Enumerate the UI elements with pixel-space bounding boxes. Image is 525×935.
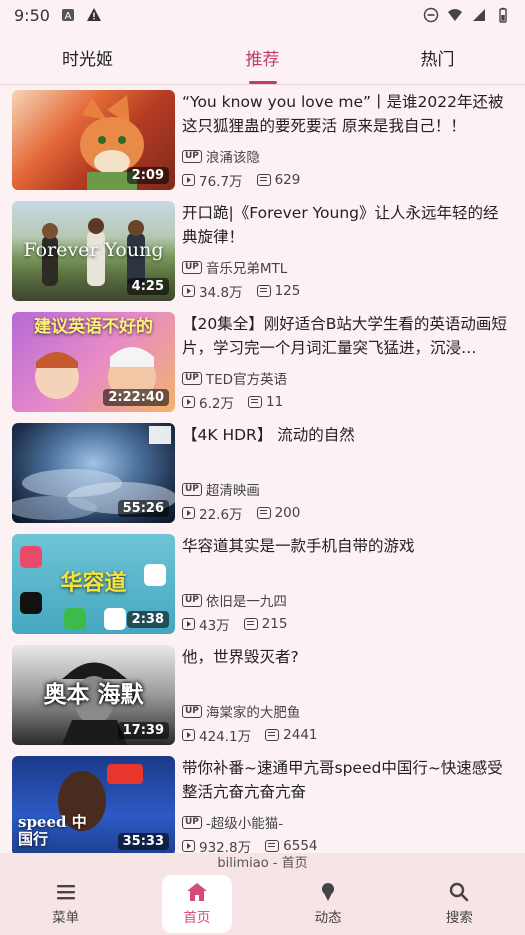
tab-shiguangji[interactable]: 时光姬	[0, 30, 175, 84]
play-count-icon	[182, 840, 195, 852]
danmaku-icon	[265, 729, 280, 741]
video-item[interactable]: 建议英语不好的 2:22:40 【20集全】刚好适合B站大学生看的英语动画短片，…	[12, 312, 517, 412]
video-thumbnail[interactable]: 奥本 海默 17:39	[12, 645, 175, 745]
video-thumbnail[interactable]: speed 中国行 35:33	[12, 756, 175, 855]
play-count-icon	[182, 396, 195, 408]
wifi-icon	[448, 9, 462, 21]
video-item[interactable]: speed 中国行 35:33 带你补番~速通甲亢哥speed中国行~快速感受整…	[12, 756, 517, 855]
video-thumbnail[interactable]: 2:09	[12, 90, 175, 190]
danmaku-icon	[243, 618, 258, 630]
video-duration: 4:25	[126, 278, 169, 295]
nav-home-label: 首页	[183, 910, 211, 926]
play-count-icon	[182, 174, 195, 186]
uploader-name[interactable]: 超清映画	[206, 479, 260, 499]
tab-popular[interactable]: 热门	[350, 30, 525, 84]
danmaku-count: 11	[265, 394, 284, 410]
danmaku-count: 215	[261, 616, 288, 632]
uploader-name[interactable]: TED官方英语	[206, 368, 287, 388]
danmaku-icon	[256, 507, 271, 519]
uploader-name[interactable]: 音乐兄弟MTL	[206, 257, 287, 277]
dynamic-icon	[322, 883, 335, 901]
svg-text:A: A	[65, 11, 72, 22]
nav-dynamic-label: 动态	[314, 910, 342, 926]
video-thumbnail[interactable]: 华容道 2:38	[12, 534, 175, 634]
play-count: 43万	[199, 618, 230, 634]
video-duration: 17:39	[117, 722, 169, 739]
top-tabs: 时光姬 推荐 热门	[0, 30, 525, 85]
video-item[interactable]: 2:09 “You know you love me”丨是谁2022年还被这只狐…	[12, 90, 517, 190]
danmaku-icon	[247, 396, 262, 408]
nav-search-label: 搜索	[445, 910, 473, 926]
danmaku-count: 6554	[283, 838, 318, 854]
status-bar: 9:50 A	[0, 0, 525, 30]
play-count: 22.6万	[199, 507, 243, 523]
video-item[interactable]: 奥本 海默 17:39 他，世界毁灭者? UP 海棠家的大肥鱼 424.1万 24…	[12, 645, 517, 745]
up-icon: UP	[182, 149, 202, 163]
video-item[interactable]: 华容道 2:38 华容道其实是一款手机自带的游戏 UP 依旧是一九四 43万 21…	[12, 534, 517, 634]
video-title[interactable]: 带你补番~速通甲亢哥speed中国行~快速感受整活亢奋亢奋亢奋	[182, 756, 512, 804]
up-icon: UP	[182, 371, 202, 385]
video-title[interactable]: 他，世界毁灭者?	[182, 645, 512, 669]
tab-recommend[interactable]: 推荐	[175, 30, 350, 84]
play-count-icon	[182, 729, 195, 741]
play-count-icon	[182, 285, 195, 297]
video-thumbnail[interactable]: Forever Young 4:25	[12, 201, 175, 301]
thumbnail-caption: speed 中国行	[18, 812, 87, 848]
up-icon: UP	[182, 593, 202, 607]
signal-icon	[473, 9, 485, 21]
danmaku-icon	[256, 285, 271, 297]
danmaku-icon	[265, 840, 280, 852]
video-duration: 35:33	[117, 833, 169, 850]
video-title[interactable]: 华容道其实是一款手机自带的游戏	[182, 534, 512, 558]
status-time: 9:50	[14, 5, 50, 25]
play-count: 424.1万	[199, 729, 252, 745]
up-icon: UP	[182, 815, 202, 829]
nav-home[interactable]: 首页	[161, 875, 232, 933]
play-count-icon	[182, 618, 195, 630]
play-count-icon	[182, 507, 195, 519]
up-icon: UP	[182, 704, 202, 718]
video-title[interactable]: 开口跪|《Forever Young》让人永远年轻的经典旋律！	[182, 201, 512, 249]
video-duration: 55:26	[117, 500, 169, 517]
home-icon	[186, 883, 207, 901]
nav-menu[interactable]: 菜单	[31, 875, 101, 933]
video-title[interactable]: 【4K HDR】 流动的自然	[182, 423, 512, 447]
video-duration: 2:38	[126, 611, 169, 628]
video-item[interactable]: Forever Young 4:25 开口跪|《Forever Young》让人…	[12, 201, 517, 301]
search-icon	[450, 882, 469, 902]
video-thumbnail[interactable]: 55:26	[12, 423, 175, 523]
nav-search[interactable]: 搜索	[424, 875, 494, 933]
danmaku-count: 200	[274, 505, 301, 521]
play-count: 76.7万	[199, 174, 243, 190]
nav-menu-label: 菜单	[52, 910, 80, 926]
danmaku-count: 2441	[283, 727, 318, 743]
uploader-name[interactable]: 浪涌该隐	[206, 146, 260, 166]
notification-a-icon: A	[61, 9, 74, 22]
video-thumbnail[interactable]: 建议英语不好的 2:22:40	[12, 312, 175, 412]
play-count: 6.2万	[199, 396, 234, 412]
battery-icon	[499, 7, 507, 23]
video-item[interactable]: 55:26 【4K HDR】 流动的自然 UP 超清映画 22.6万 200	[12, 423, 517, 523]
warning-icon	[86, 8, 101, 21]
play-count: 34.8万	[199, 285, 243, 301]
danmaku-count: 125	[274, 283, 301, 299]
video-duration: 2:09	[126, 167, 169, 184]
app-page-title: bilimiao - 首页	[217, 856, 308, 871]
nav-dynamic[interactable]: 动态	[293, 875, 363, 933]
uploader-name[interactable]: -超级小能猫-	[206, 812, 283, 832]
menu-icon	[56, 885, 75, 900]
bottom-navigation: bilimiao - 首页 菜单 首页 动态 搜索	[0, 853, 525, 935]
video-title[interactable]: 【20集全】刚好适合B站大学生看的英语动画短片，学习完一个月词汇量突飞猛进，沉浸…	[182, 312, 512, 360]
video-title[interactable]: “You know you love me”丨是谁2022年还被这只狐狸蛊的要死…	[182, 90, 512, 138]
uploader-name[interactable]: 海棠家的大肥鱼	[206, 701, 301, 721]
video-list[interactable]: 2:09 “You know you love me”丨是谁2022年还被这只狐…	[0, 85, 525, 855]
up-icon: UP	[182, 482, 202, 496]
video-duration: 2:22:40	[103, 389, 169, 406]
dnd-icon	[423, 7, 439, 23]
uploader-name[interactable]: 依旧是一九四	[206, 590, 287, 610]
danmaku-count: 629	[274, 172, 301, 188]
up-icon: UP	[182, 260, 202, 274]
danmaku-icon	[256, 174, 271, 186]
